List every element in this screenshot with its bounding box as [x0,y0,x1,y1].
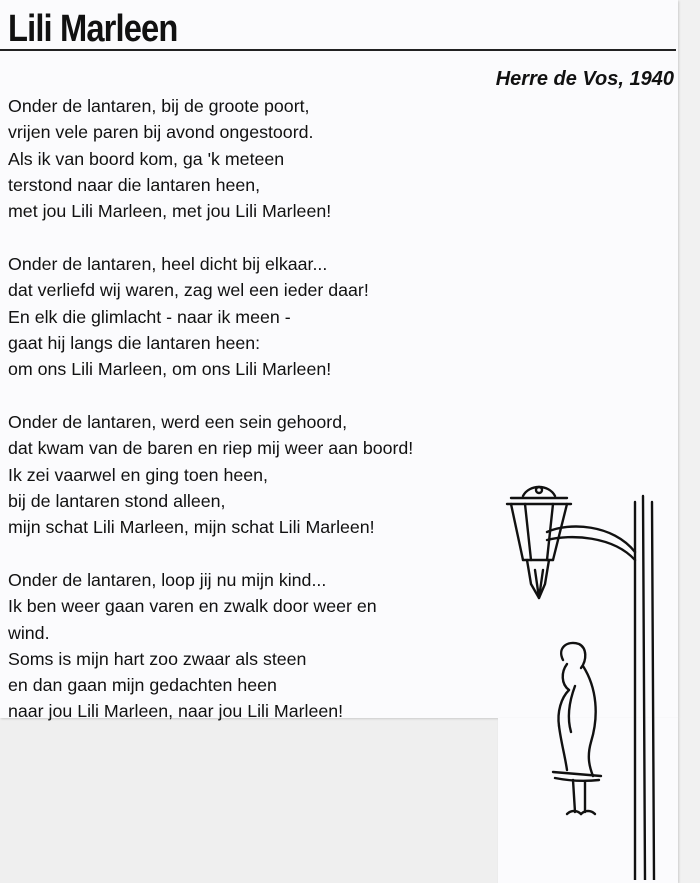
verse-line: dat kwam van de baren en riep mij weer a… [8,438,414,459]
verse-line: mijn schat Lili Marleen, mijn schat Lili… [8,517,375,538]
verse-line: dat verliefd wij waren, zag wel een iede… [8,280,369,301]
poem-text: Onder de lantaren, bij de groote poort, … [8,93,488,751]
stanza-4: Onder de lantaren, loop jij nu mijn kind… [8,567,488,725]
stanza-3: Onder de lantaren, werd een sein gehoord… [8,409,488,540]
verse-line: wind. [8,622,50,643]
verse-line: met jou Lili Marleen, met jou Lili Marle… [8,201,332,222]
verse-line: om ons Lili Marleen, om ons Lili Marleen… [8,359,332,380]
street-lantern-with-woman-icon [505,485,656,880]
verse-line: Ik zei vaarwel en ging toen heen, [8,464,268,485]
verse-line: gaat hij langs die lantaren heen: [8,332,261,353]
verse-line: Onder de lantaren, bij de groote poort, [8,96,310,116]
stanza-2: Onder de lantaren, heel dicht bij elkaar… [8,251,488,382]
verse-line: terstond naar die lantaren heen, [8,174,261,195]
verse-line: en dan gaan mijn gedachten heen [8,675,277,696]
page-title: Lili Marleen [8,8,178,50]
verse-line: Ik ben weer gaan varen en zwalk door wee… [8,596,377,617]
verse-line: Onder de lantaren, werd een sein gehoord… [8,411,348,432]
author-byline: Herre de Vos, 1940 [495,68,674,90]
verse-line: Onder de lantaren, heel dicht bij elkaar… [8,253,328,274]
verse-line: Soms is mijn hart zoo zwaar als steen [8,648,307,669]
verse-line: bij de lantaren stond alleen, [8,490,226,511]
verse-line: Onder de lantaren, loop jij nu mijn kind… [8,569,327,590]
verse-line: naar jou Lili Marleen, naar jou Lili Mar… [8,701,344,722]
verse-line: vrijen vele paren bij avond ongestoord. [8,122,314,143]
stanza-1: Onder de lantaren, bij de groote poort, … [8,93,488,224]
verse-line: En elk die glimlacht - naar ik meen - [8,306,291,327]
title-underline [0,49,676,51]
verse-line: Als ik van boord kom, ga 'k meteen [8,148,285,169]
scanned-page: Lili Marleen Herre de Vos, 1940 Onder de… [0,0,700,883]
